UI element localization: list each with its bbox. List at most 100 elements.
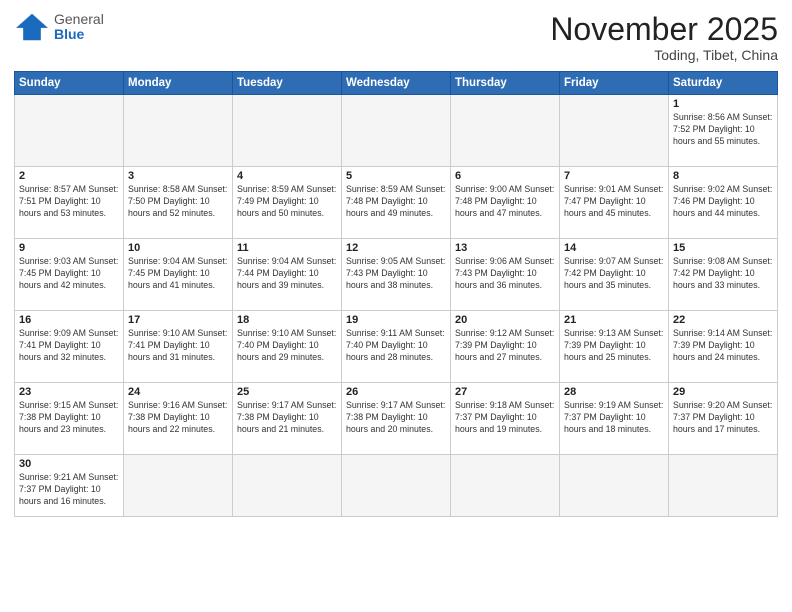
calendar-cell: 20 Sunrise: 9:12 AM Sunset: 7:39 PM Dayli…: [451, 311, 560, 383]
day-info: Sunrise: 9:13 AM Sunset: 7:39 PM Dayligh…: [564, 328, 664, 364]
calendar-cell: 18 Sunrise: 9:10 AM Sunset: 7:40 PM Dayli…: [233, 311, 342, 383]
day-info: Sunrise: 8:59 AM Sunset: 7:48 PM Dayligh…: [346, 184, 446, 220]
day-number: 4: [237, 170, 337, 182]
calendar-cell: 11 Sunrise: 9:04 AM Sunset: 7:44 PM Dayli…: [233, 239, 342, 311]
calendar-cell: 21 Sunrise: 9:13 AM Sunset: 7:39 PM Dayli…: [560, 311, 669, 383]
logo: General Blue: [14, 12, 104, 43]
calendar-cell: 9 Sunrise: 9:03 AM Sunset: 7:45 PM Daylig…: [15, 239, 124, 311]
calendar-table: Sunday Monday Tuesday Wednesday Thursday…: [14, 71, 778, 517]
logo-general: General: [54, 11, 104, 27]
day-number: 3: [128, 170, 228, 182]
calendar-cell: 17Sunrise: 9:10 AM Sunset: 7:41 PM Dayli…: [124, 311, 233, 383]
calendar-cell: 10Sunrise: 9:04 AM Sunset: 7:45 PM Dayli…: [124, 239, 233, 311]
day-number: 10: [128, 242, 228, 254]
day-info: Sunrise: 9:19 AM Sunset: 7:37 PM Dayligh…: [564, 400, 664, 436]
day-number: 21: [564, 314, 664, 326]
col-friday: Friday: [560, 72, 669, 95]
day-number: 19: [346, 314, 446, 326]
calendar-cell: 28 Sunrise: 9:19 AM Sunset: 7:37 PM Dayli…: [560, 383, 669, 455]
day-info: Sunrise: 8:57 AM Sunset: 7:51 PM Dayligh…: [19, 184, 119, 220]
day-number: 13: [455, 242, 555, 254]
day-number: 5: [346, 170, 446, 182]
calendar-cell: 16 Sunrise: 9:09 AM Sunset: 7:41 PM Dayli…: [15, 311, 124, 383]
col-saturday: Saturday: [669, 72, 778, 95]
calendar-cell: [342, 455, 451, 517]
calendar-cell: [124, 455, 233, 517]
title-block: November 2025 Toding, Tibet, China: [550, 12, 778, 63]
logo-blue: Blue: [54, 26, 84, 42]
month-title: November 2025: [550, 12, 778, 47]
day-info: Sunrise: 9:09 AM Sunset: 7:41 PM Dayligh…: [19, 328, 119, 364]
calendar-cell: [451, 95, 560, 167]
day-info: Sunrise: 9:06 AM Sunset: 7:43 PM Dayligh…: [455, 256, 555, 292]
calendar-cell: 3 Sunrise: 8:58 AM Sunset: 7:50 PM Daylig…: [124, 167, 233, 239]
day-number: 18: [237, 314, 337, 326]
calendar-cell: 13 Sunrise: 9:06 AM Sunset: 7:43 PM Dayli…: [451, 239, 560, 311]
header: General Blue November 2025 Toding, Tibet…: [14, 12, 778, 63]
day-info: Sunrise: 9:04 AM Sunset: 7:44 PM Dayligh…: [237, 256, 337, 292]
day-number: 1: [673, 98, 773, 110]
day-info: Sunrise: 9:02 AM Sunset: 7:46 PM Dayligh…: [673, 184, 773, 220]
calendar-cell: [560, 455, 669, 517]
calendar-cell: [233, 455, 342, 517]
calendar-cell: 6 Sunrise: 9:00 AM Sunset: 7:48 PM Daylig…: [451, 167, 560, 239]
calendar-cell: 7 Sunrise: 9:01 AM Sunset: 7:47 PM Daylig…: [560, 167, 669, 239]
day-info: Sunrise: 9:15 AM Sunset: 7:38 PM Dayligh…: [19, 400, 119, 436]
day-number: 24: [128, 386, 228, 398]
logo-text: General Blue: [54, 12, 104, 43]
day-number: 26: [346, 386, 446, 398]
day-info: Sunrise: 9:21 AM Sunset: 7:37 PM Dayligh…: [19, 472, 119, 508]
day-number: 7: [564, 170, 664, 182]
col-monday: Monday: [124, 72, 233, 95]
calendar-cell: 22Sunrise: 9:14 AM Sunset: 7:39 PM Dayli…: [669, 311, 778, 383]
day-number: 28: [564, 386, 664, 398]
day-info: Sunrise: 9:03 AM Sunset: 7:45 PM Dayligh…: [19, 256, 119, 292]
calendar-cell: [15, 95, 124, 167]
day-number: 11: [237, 242, 337, 254]
day-number: 6: [455, 170, 555, 182]
day-info: Sunrise: 9:10 AM Sunset: 7:40 PM Dayligh…: [237, 328, 337, 364]
day-info: Sunrise: 9:17 AM Sunset: 7:38 PM Dayligh…: [237, 400, 337, 436]
calendar-cell: 5 Sunrise: 8:59 AM Sunset: 7:48 PM Daylig…: [342, 167, 451, 239]
calendar-cell: 4 Sunrise: 8:59 AM Sunset: 7:49 PM Daylig…: [233, 167, 342, 239]
col-wednesday: Wednesday: [342, 72, 451, 95]
day-number: 23: [19, 386, 119, 398]
day-number: 22: [673, 314, 773, 326]
calendar-cell: 23 Sunrise: 9:15 AM Sunset: 7:38 PM Dayli…: [15, 383, 124, 455]
day-info: Sunrise: 9:17 AM Sunset: 7:38 PM Dayligh…: [346, 400, 446, 436]
day-number: 17: [128, 314, 228, 326]
day-number: 12: [346, 242, 446, 254]
day-info: Sunrise: 9:16 AM Sunset: 7:38 PM Dayligh…: [128, 400, 228, 436]
calendar-cell: 1 Sunrise: 8:56 AM Sunset: 7:52 PM Daylig…: [669, 95, 778, 167]
calendar-cell: 24 Sunrise: 9:16 AM Sunset: 7:38 PM Dayli…: [124, 383, 233, 455]
calendar-cell: [342, 95, 451, 167]
logo-icon: [14, 12, 50, 42]
calendar-cell: [233, 95, 342, 167]
day-number: 2: [19, 170, 119, 182]
day-number: 15: [673, 242, 773, 254]
day-info: Sunrise: 9:05 AM Sunset: 7:43 PM Dayligh…: [346, 256, 446, 292]
calendar-cell: 30 Sunrise: 9:21 AM Sunset: 7:37 PM Dayli…: [15, 455, 124, 517]
col-thursday: Thursday: [451, 72, 560, 95]
day-number: 30: [19, 458, 119, 470]
day-number: 14: [564, 242, 664, 254]
day-info: Sunrise: 9:18 AM Sunset: 7:37 PM Dayligh…: [455, 400, 555, 436]
day-info: Sunrise: 8:58 AM Sunset: 7:50 PM Dayligh…: [128, 184, 228, 220]
day-info: Sunrise: 9:00 AM Sunset: 7:48 PM Dayligh…: [455, 184, 555, 220]
day-info: Sunrise: 9:01 AM Sunset: 7:47 PM Dayligh…: [564, 184, 664, 220]
day-info: Sunrise: 9:12 AM Sunset: 7:39 PM Dayligh…: [455, 328, 555, 364]
calendar-cell: [669, 455, 778, 517]
day-number: 27: [455, 386, 555, 398]
calendar-cell: 27 Sunrise: 9:18 AM Sunset: 7:37 PM Dayli…: [451, 383, 560, 455]
day-number: 20: [455, 314, 555, 326]
day-info: Sunrise: 8:56 AM Sunset: 7:52 PM Dayligh…: [673, 112, 773, 148]
col-sunday: Sunday: [15, 72, 124, 95]
day-info: Sunrise: 9:20 AM Sunset: 7:37 PM Dayligh…: [673, 400, 773, 436]
page: General Blue November 2025 Toding, Tibet…: [0, 0, 792, 612]
day-number: 16: [19, 314, 119, 326]
day-number: 9: [19, 242, 119, 254]
day-number: 25: [237, 386, 337, 398]
calendar-cell: 14 Sunrise: 9:07 AM Sunset: 7:42 PM Dayli…: [560, 239, 669, 311]
day-info: Sunrise: 9:07 AM Sunset: 7:42 PM Dayligh…: [564, 256, 664, 292]
day-info: Sunrise: 8:59 AM Sunset: 7:49 PM Dayligh…: [237, 184, 337, 220]
